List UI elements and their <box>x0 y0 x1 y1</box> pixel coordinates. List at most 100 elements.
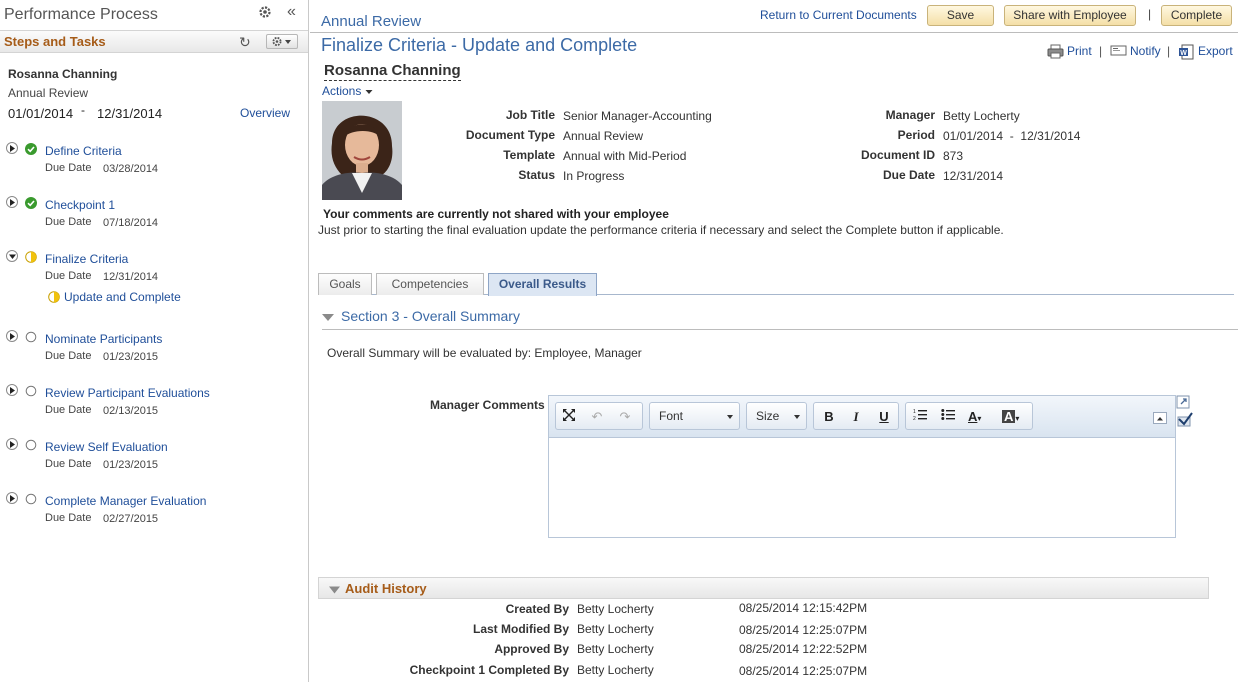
return-to-current-documents-link[interactable]: Return to Current Documents <box>760 8 917 22</box>
header-divider <box>310 32 1238 33</box>
due-date-label: Due Date <box>882 168 935 182</box>
audit-time: 08/25/2014 12:25:07PM <box>739 623 868 637</box>
manager-comments-label: Manager Comments <box>430 398 545 412</box>
audit-time: 08/25/2014 12:15:42PM <box>739 601 868 615</box>
due-date-label: Due Date <box>45 458 92 470</box>
maximize-icon[interactable] <box>560 408 578 426</box>
audit-user: Betty Locherty <box>577 642 654 656</box>
collapse-step-toggle-icon[interactable] <box>6 250 18 262</box>
tab-competencies[interactable]: Competencies <box>376 273 484 295</box>
period-dash: - <box>81 103 85 117</box>
expand-step-toggle-icon[interactable] <box>6 384 18 396</box>
page-title: Finalize Criteria - Update and Complete <box>321 35 638 55</box>
italic-button[interactable]: I <box>847 408 865 426</box>
panel-settings-gear-icon[interactable] <box>258 5 272 22</box>
due-date-value: 01/23/2015 <box>103 351 159 363</box>
due-date-value: 02/13/2015 <box>103 405 159 417</box>
complete-button[interactable]: Complete <box>1161 5 1232 26</box>
left-panel-title: Performance Process <box>4 6 158 23</box>
tab-overall-results[interactable]: Overall Results <box>488 273 597 296</box>
due-date-label: Due Date <box>45 404 92 416</box>
step-review-self-evaluation[interactable]: Review Self Evaluation Due Date 01/23/20… <box>0 438 308 488</box>
in-progress-half-circle-icon <box>25 251 37 266</box>
step-nominate-participants[interactable]: Nominate Participants Due Date 01/23/201… <box>0 330 308 380</box>
collapse-section-icon[interactable] <box>322 311 334 325</box>
printer-icon <box>1047 44 1064 62</box>
collapse-toolbar-icon[interactable] <box>1153 412 1167 424</box>
employee-heading: Rosanna Channing <box>324 62 461 81</box>
step-name[interactable]: Define Criteria <box>45 144 122 158</box>
sub-step-name[interactable]: Update and Complete <box>64 290 181 304</box>
due-date-value: 12/31/2014 <box>103 271 159 283</box>
period-end: 12/31/2014 <box>97 106 163 121</box>
background-color-button[interactable]: A ▾ <box>1002 408 1030 426</box>
audit-user: Betty Locherty <box>577 602 654 616</box>
step-complete-manager-evaluation[interactable]: Complete Manager Evaluation Due Date 02/… <box>0 492 308 542</box>
tab-goals[interactable]: Goals <box>318 273 372 295</box>
actions-menu[interactable]: Actions <box>322 84 373 98</box>
toolbar-separator: | <box>1099 44 1103 58</box>
document-type-label: Document Type <box>465 128 555 142</box>
expand-step-toggle-icon[interactable] <box>6 330 18 342</box>
in-progress-half-circle-icon <box>48 291 60 306</box>
employee-name: Rosanna Channing <box>8 67 118 81</box>
expand-step-toggle-icon[interactable] <box>6 438 18 450</box>
manager-label: Manager <box>885 108 935 122</box>
step-name[interactable]: Review Self Evaluation <box>45 440 168 454</box>
not-started-circle-icon <box>25 493 37 508</box>
bold-button[interactable]: B <box>820 408 838 426</box>
audit-label: Approved By <box>494 642 569 656</box>
audit-history-header[interactable]: Audit History <box>318 577 1209 599</box>
save-button[interactable]: Save <box>927 5 994 26</box>
step-name[interactable]: Checkpoint 1 <box>45 198 115 212</box>
collapse-section-icon[interactable] <box>329 583 340 597</box>
complete-check-icon <box>25 197 37 212</box>
editor-list-color-group: 12 A▾ A ▾ <box>905 402 1033 430</box>
due-date-value: 03/28/2014 <box>103 163 159 175</box>
notify-envelope-icon <box>1110 44 1127 60</box>
header-separator: | <box>1148 7 1152 21</box>
main-content: Annual Review Return to Current Document… <box>310 0 1238 682</box>
audit-label: Checkpoint 1 Completed By <box>409 663 569 677</box>
step-name[interactable]: Review Participant Evaluations <box>45 386 210 400</box>
step-define-criteria[interactable]: Define Criteria Due Date 03/28/2014 <box>0 142 308 192</box>
document-id-label: Document ID <box>860 148 935 162</box>
step-name[interactable]: Finalize Criteria <box>45 252 128 266</box>
undo-icon[interactable]: ↶ <box>588 408 606 426</box>
section-3-header[interactable]: Section 3 - Overall Summary <box>322 308 1238 330</box>
overview-link[interactable]: Overview <box>240 106 290 120</box>
svg-text:W: W <box>1180 50 1187 57</box>
spell-check-icon[interactable] <box>1176 411 1194 431</box>
manager-value: Betty Locherty <box>943 109 1020 123</box>
step-review-participant-evaluations[interactable]: Review Participant Evaluations Due Date … <box>0 384 308 434</box>
step-checkpoint-1[interactable]: Checkpoint 1 Due Date 07/18/2014 <box>0 196 308 246</box>
text-color-button[interactable]: A▾ <box>968 408 994 426</box>
expand-editor-icon[interactable] <box>1176 395 1190 412</box>
step-name[interactable]: Complete Manager Evaluation <box>45 494 206 508</box>
bulleted-list-icon[interactable] <box>939 408 957 426</box>
font-select[interactable]: Font <box>649 402 740 430</box>
underline-button[interactable]: U <box>875 408 893 426</box>
redo-icon[interactable]: ↷ <box>616 408 634 426</box>
left-panel: Performance Process « Steps and Tasks ↻ … <box>0 0 309 682</box>
audit-history-title: Audit History <box>345 581 427 596</box>
numbered-list-icon[interactable]: 12 <box>911 408 929 426</box>
share-with-employee-button[interactable]: Share with Employee <box>1004 5 1136 26</box>
steps-and-tasks-header: Steps and Tasks ↻ <box>0 30 308 53</box>
audit-label: Last Modified By <box>472 622 569 636</box>
expand-step-toggle-icon[interactable] <box>6 196 18 208</box>
status-label: Status <box>518 168 555 182</box>
manager-comments-editor[interactable]: ↶ ↷ Font Size B I U 12 A▾ A ▾ <box>548 395 1176 538</box>
size-select[interactable]: Size <box>746 402 807 430</box>
section-title: Section 3 - Overall Summary <box>341 308 520 324</box>
collapse-panel-icon[interactable]: « <box>287 3 296 21</box>
period-label: Period <box>897 128 935 142</box>
instruction-text: Just prior to starting the final evaluat… <box>318 223 1004 237</box>
steps-options-menu-button[interactable] <box>266 34 298 49</box>
employee-photo <box>322 101 402 200</box>
audit-time: 08/25/2014 12:25:07PM <box>739 664 868 678</box>
step-name[interactable]: Nominate Participants <box>45 332 162 346</box>
refresh-icon[interactable]: ↻ <box>239 34 251 51</box>
expand-step-toggle-icon[interactable] <box>6 142 18 154</box>
expand-step-toggle-icon[interactable] <box>6 492 18 504</box>
